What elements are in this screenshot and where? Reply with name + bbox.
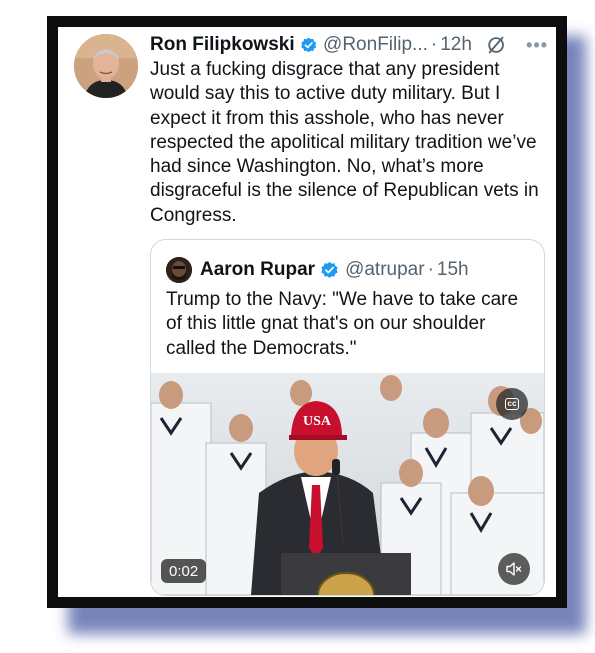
verified-badge-icon — [300, 37, 316, 52]
tweet-card[interactable]: Ron Filipkowski @RonFilip... · 12h ••• J… — [58, 27, 556, 597]
time-separator: · — [430, 34, 438, 55]
video-player[interactable]: USA cc 0:02 — [151, 373, 544, 595]
quoted-tweet-text: Trump to the Navy: "We have to take care… — [166, 289, 519, 359]
quoted-author-name[interactable]: Aaron Rupar — [200, 259, 315, 281]
quoted-tweet[interactable]: Aaron Rupar @atrupar · 15h Trump to the … — [150, 239, 545, 596]
quoted-tweet-header: Aaron Rupar @atrupar · 15h — [166, 257, 469, 283]
author-name[interactable]: Ron Filipkowski — [150, 34, 295, 56]
quoted-author-avatar[interactable] — [166, 257, 192, 283]
author-handle[interactable]: @RonFilip... — [323, 34, 428, 56]
video-duration: 0:02 — [161, 559, 207, 583]
tweet-text: Just a fucking disgrace that any preside… — [150, 59, 539, 226]
tweet-header: Ron Filipkowski @RonFilip... · 12h ••• — [150, 32, 548, 58]
quoted-tweet-time[interactable]: 15h — [437, 259, 469, 281]
mute-button[interactable] — [498, 553, 530, 585]
video-frame: USA — [151, 373, 544, 595]
tweet-time[interactable]: 12h — [440, 34, 472, 56]
time-separator: · — [427, 259, 434, 280]
verified-badge-icon — [321, 261, 338, 278]
captions-button[interactable]: cc — [496, 388, 528, 420]
author-avatar[interactable] — [74, 34, 138, 98]
quoted-author-handle[interactable]: @atrupar — [345, 259, 425, 281]
cc-icon: cc — [504, 398, 520, 410]
cap-text: USA — [303, 414, 332, 429]
speaker-muted-icon — [506, 562, 522, 576]
grok-icon[interactable] — [486, 34, 506, 56]
more-options-icon[interactable]: ••• — [526, 35, 548, 56]
